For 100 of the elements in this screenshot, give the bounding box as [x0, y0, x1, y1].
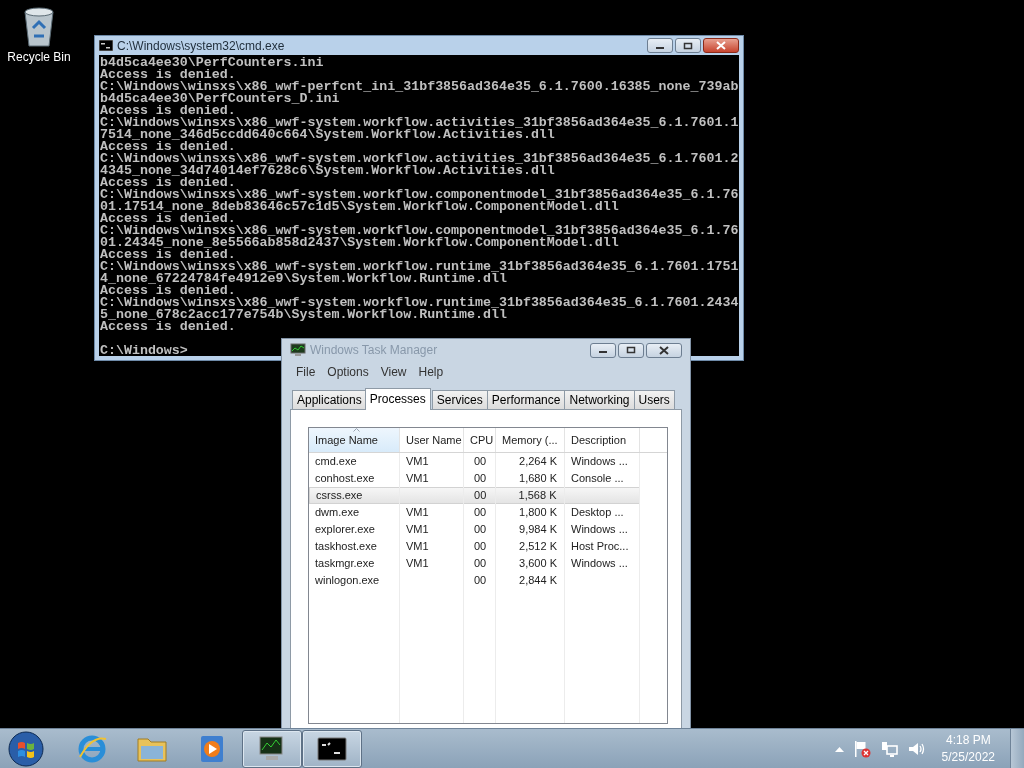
close-button[interactable] — [703, 38, 739, 53]
console-line: C:\Windows\winsxs\x86_wwf-system.workflow.activities_31bf3856ad364e35_6.1.7601.2 — [100, 153, 739, 165]
table-cell: explorer.exe — [315, 523, 375, 536]
close-button[interactable] — [646, 342, 682, 358]
table-cell: winlogon.exe — [315, 574, 380, 587]
table-row[interactable]: csrss.exe 00 1,568 K — [309, 487, 640, 504]
console-line: Access is denied. — [100, 285, 236, 297]
table-cell: conhost.exe — [315, 472, 375, 485]
column-header[interactable]: CPU — [464, 428, 496, 452]
table-row[interactable]: dwm.exe VM1 00 1,800 K Desktop ... — [309, 504, 667, 521]
table-cell: 00 — [474, 557, 487, 570]
table-cell: 00 — [474, 506, 487, 519]
menu-item[interactable]: View — [374, 363, 413, 381]
console-line: C:\Windows\winsxs\x86_wwf-system.workflow.runtime_31bf3856ad364e35_6.1.7601.2434 — [100, 297, 739, 309]
table-cell: 00 — [474, 489, 487, 502]
clock-time: 4:18 PM — [945, 731, 991, 749]
table-cell: Desktop ... — [571, 506, 624, 519]
table-cell: 00 — [474, 472, 487, 485]
icon-label: Recycle Bin — [7, 49, 71, 66]
monitor-icon — [290, 343, 306, 357]
table-cell: 00 — [474, 540, 487, 553]
minimize-button[interactable] — [590, 342, 616, 358]
table-row[interactable]: cmd.exe VM1 00 2,264 K Windows ... — [309, 453, 667, 470]
console-line: 5_none_678c2acc177e754b\System.Workflow.Runtime.dll — [100, 309, 507, 321]
table-cell: 2,844 K — [519, 574, 557, 587]
maximize-button[interactable] — [675, 38, 701, 53]
window-title: Windows Task Manager — [310, 342, 439, 359]
console-line: Access is denied. — [100, 105, 236, 117]
menu-item[interactable]: File — [290, 363, 322, 381]
table-cell: VM1 — [406, 455, 429, 468]
table-cell: taskhost.exe — [315, 540, 377, 553]
column-header[interactable]: Description — [565, 428, 640, 452]
taskbar-button[interactable] — [302, 729, 362, 768]
recycle-bin-icon — [22, 6, 56, 48]
table-row[interactable]: explorer.exe VM1 00 9,984 K Windows ... — [309, 521, 667, 538]
table-cell: VM1 — [406, 472, 429, 485]
console-line: 4_none_67224784fe4912e9\System.Workflow.Runtime.dll — [100, 273, 507, 285]
console-line: C:\Windows\winsxs\x86_wwf-system.workflow.componentmodel_31bf3856ad364e35_6.1.76 — [100, 189, 739, 201]
table-cell: 00 — [474, 455, 487, 468]
table-cell: VM1 — [406, 540, 429, 553]
console-line: Access is denied. — [100, 141, 236, 153]
menu-item[interactable]: Options — [321, 363, 375, 381]
table-cell: VM1 — [406, 506, 429, 519]
close-icon — [659, 345, 669, 355]
console-line: 7514_none_346d5ccdd640c664\System.Workflow.Activities.dll — [100, 129, 555, 141]
table-cell: Windows ... — [571, 557, 628, 570]
table-cell: 1,568 K — [518, 489, 557, 502]
windows-logo-icon — [8, 730, 44, 767]
tab[interactable]: Networking — [564, 390, 635, 409]
minimize-button[interactable] — [647, 38, 673, 53]
table-cell: VM1 — [406, 557, 429, 570]
console-icon — [99, 40, 113, 51]
console-line: C:\Windows\winsxs\x86_wwf-perfcnt_ini_31bf3856ad364e35_6.1.7600.16385_none_739ab — [100, 81, 739, 93]
tab[interactable]: Processes — [364, 388, 431, 410]
tab[interactable]: Users — [633, 390, 675, 409]
taskbar-button[interactable] — [242, 729, 302, 768]
close-icon — [716, 41, 726, 50]
console-line: b4d5ca4ee30\PerfCounters_D.ini — [100, 93, 340, 105]
table-cell: 2,264 K — [519, 455, 557, 468]
table-cell: cmd.exe — [315, 455, 357, 468]
table-cell: VM1 — [406, 523, 429, 536]
table-row[interactable]: taskhost.exe VM1 00 2,512 K Host Proc... — [309, 538, 667, 555]
flag-icon[interactable] — [852, 739, 871, 758]
table-row[interactable]: conhost.exe VM1 00 1,680 K Console ... — [309, 470, 667, 487]
table-cell: Console ... — [571, 472, 624, 485]
console-line: Access is denied. — [100, 249, 236, 261]
maximize-button[interactable] — [618, 342, 644, 358]
tab[interactable]: Applications — [292, 390, 367, 409]
console-line: C:\Windows\winsxs\x86_wwf-system.workflow.activities_31bf3856ad364e35_6.1.7601.1 — [100, 117, 739, 129]
table-cell: csrss.exe — [316, 489, 363, 502]
console-line: C:\Windows\winsxs\x86_wwf-system.workflow.runtime_31bf3856ad364e35_6.1.7601.1751 — [100, 261, 739, 273]
table-row[interactable]: taskmgr.exe VM1 00 3,600 K Windows ... — [309, 555, 667, 572]
table-cell: Windows ... — [571, 523, 628, 536]
console-line: Access is denied. — [100, 213, 236, 225]
console-line: C:\Windows\winsxs\x86_wwf-system.workflow.componentmodel_31bf3856ad364e35_6.1.76 — [100, 225, 739, 237]
tab[interactable]: Services — [431, 390, 488, 409]
maximize-icon — [626, 346, 636, 354]
window-title: C:\Windows\system32\cmd.exe — [117, 37, 286, 55]
maximize-icon — [683, 41, 693, 50]
menu-item[interactable]: Help — [412, 363, 450, 381]
tab[interactable]: Performance — [486, 390, 566, 409]
table-cell: dwm.exe — [315, 506, 360, 519]
console-line: Access is denied. — [100, 69, 236, 81]
table-cell: 00 — [474, 523, 487, 536]
console-line: b4d5ca4ee30\PerfCounters.ini — [100, 57, 325, 69]
console-line: Access is denied. — [100, 177, 236, 189]
table-cell: Host Proc... — [571, 540, 629, 553]
table-cell: 3,600 K — [519, 557, 557, 570]
column-header[interactable]: Image Name — [309, 428, 400, 452]
column-header[interactable]: Memory (... — [496, 428, 565, 452]
table-cell: Windows ... — [571, 455, 628, 468]
table-cell: taskmgr.exe — [315, 557, 375, 570]
console-prompt: C:\Windows> — [100, 345, 188, 356]
clock-date: 5/25/2022 — [941, 748, 995, 766]
column-header[interactable]: User Name — [400, 428, 464, 452]
console-line: Access is denied. — [100, 321, 236, 333]
table-row[interactable]: winlogon.exe 00 2,844 K — [309, 572, 667, 589]
table-cell: 9,984 K — [519, 523, 557, 536]
table-cell: 1,680 K — [519, 472, 557, 485]
console-line: 01.17514_none_8deb83646c57c1d5\System.Workflow.ComponentModel.dll — [100, 201, 619, 213]
